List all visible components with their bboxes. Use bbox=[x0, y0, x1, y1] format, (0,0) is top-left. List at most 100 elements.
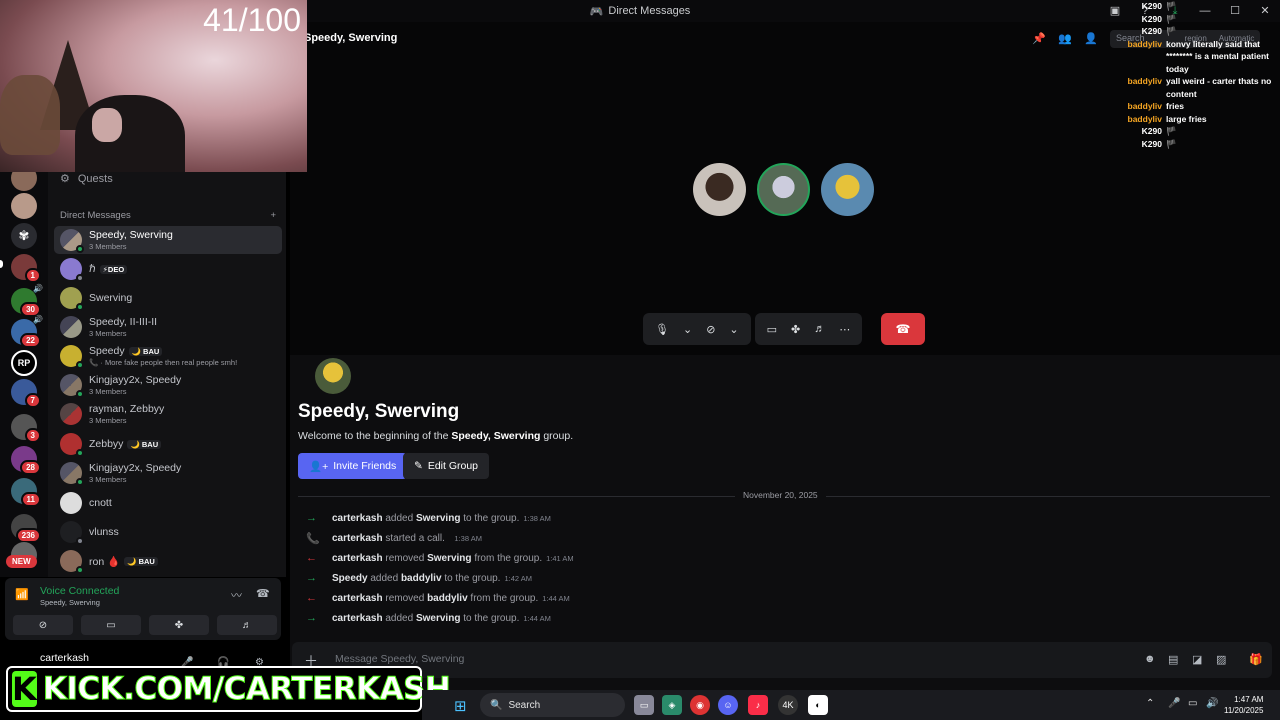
server-icon[interactable]: 3 bbox=[11, 414, 41, 443]
server-icon[interactable]: 🔊 22 bbox=[11, 315, 43, 348]
end-call-button[interactable]: ☎ bbox=[881, 313, 925, 345]
chat-username: baddyliv bbox=[1127, 113, 1162, 124]
target-name[interactable]: Swerving bbox=[416, 513, 460, 524]
new-badge[interactable]: NEW bbox=[6, 555, 37, 568]
server-icon[interactable]: RP bbox=[11, 350, 37, 376]
taskbar-search[interactable]: 🔍 Search bbox=[480, 693, 625, 717]
dm-item[interactable]: Swerving bbox=[54, 284, 282, 312]
dm-item[interactable]: ℏ ⚡DEO bbox=[54, 255, 282, 283]
chrome-icon[interactable]: ◉ bbox=[690, 695, 710, 715]
chevron-down-icon[interactable]: ⌄ bbox=[683, 323, 692, 336]
voice-status[interactable]: Voice Connected bbox=[40, 585, 119, 597]
timestamp: 1:38 AM bbox=[523, 513, 551, 523]
mention-badge: 22 bbox=[20, 333, 41, 348]
actor-name[interactable]: carterkash bbox=[332, 513, 383, 524]
chevron-down-icon[interactable]: ⌄ bbox=[729, 323, 738, 336]
event-rest: from the group. bbox=[470, 592, 539, 604]
invite-friends-button[interactable]: 👤+ Invite Friends bbox=[298, 453, 408, 479]
system-clock[interactable]: 1:47 AM 11/20/2025 bbox=[1224, 694, 1263, 716]
soundboard-button[interactable]: ♬ bbox=[217, 615, 277, 635]
target-name[interactable]: baddyliv bbox=[427, 593, 468, 604]
sticker-icon[interactable]: ◪ bbox=[1192, 653, 1202, 666]
chat-message: 🏴 bbox=[1166, 13, 1177, 24]
camera-off-icon[interactable]: ⊘ bbox=[706, 323, 715, 336]
dm-item[interactable]: Speedy, II-III-II 3 Members bbox=[54, 313, 282, 341]
voice-channel[interactable]: Speedy, Swerving bbox=[40, 598, 100, 607]
dm-item[interactable]: Zebbyy 🌙 BAU bbox=[54, 430, 282, 458]
server-icon[interactable]: 7 bbox=[11, 379, 41, 408]
actor-name[interactable]: carterkash bbox=[332, 613, 383, 624]
target-name[interactable]: baddyliv bbox=[401, 573, 442, 584]
windows-start-icon[interactable]: ⊞ bbox=[454, 697, 467, 715]
dm-item[interactable]: ron 🩸 🌙 BAU bbox=[54, 547, 282, 575]
dm-item[interactable]: Kingjayy2x, Speedy 3 Members bbox=[54, 371, 282, 399]
screen-share-button[interactable]: ▭ bbox=[81, 615, 141, 635]
call-participant-avatar[interactable] bbox=[693, 163, 746, 216]
dm-item[interactable]: rayman, Zebbyy 3 Members bbox=[54, 400, 282, 428]
welcome-text: Welcome to the beginning of the Speedy, … bbox=[298, 430, 574, 442]
server-icon[interactable] bbox=[11, 193, 37, 219]
discord-icon[interactable]: ☺ bbox=[718, 695, 738, 715]
dm-item[interactable]: Kingjayy2x, Speedy 3 Members bbox=[54, 459, 282, 487]
image-icon[interactable]: ▨ bbox=[1216, 653, 1226, 666]
background-bear bbox=[0, 75, 60, 155]
status-indicator bbox=[76, 274, 84, 282]
server-icon[interactable]: 1 bbox=[11, 254, 41, 283]
system-message: ← carterkash removed baddyliv from the gr… bbox=[306, 592, 570, 604]
message-input[interactable]: Message Speedy, Swerving bbox=[335, 653, 464, 665]
add-dm-icon[interactable]: + bbox=[270, 210, 276, 221]
edit-group-button[interactable]: ✎ Edit Group bbox=[403, 453, 490, 479]
dm-item[interactable]: cnott bbox=[54, 489, 282, 517]
noise-suppression-icon[interactable]: 〰 bbox=[231, 587, 242, 603]
actor-name[interactable]: Speedy bbox=[332, 573, 368, 584]
actor-name[interactable]: carterkash bbox=[332, 593, 383, 604]
dm-item[interactable]: Speedy 🌙 BAU 📞 · More fake people then rea… bbox=[54, 342, 282, 370]
server-icon[interactable]: 28 bbox=[11, 446, 41, 475]
network-icon[interactable]: ▭ bbox=[1188, 698, 1197, 709]
activities-button[interactable]: ✤ bbox=[149, 615, 209, 635]
actor-name[interactable]: carterkash bbox=[332, 533, 383, 544]
call-participant-avatar[interactable] bbox=[821, 163, 874, 216]
camera-off-button[interactable]: ⊘ bbox=[13, 615, 73, 635]
members-icon[interactable]: 👤 bbox=[1084, 32, 1098, 45]
file-explorer-icon[interactable]: ▭ bbox=[634, 695, 654, 715]
microphone-icon[interactable]: 🎙 bbox=[655, 323, 669, 336]
screen-share-icon[interactable]: ▭ bbox=[767, 323, 777, 336]
disconnect-icon[interactable]: ☎ bbox=[256, 587, 270, 600]
4k-app-icon[interactable]: 4K bbox=[778, 695, 798, 715]
server-icon[interactable]: 236 bbox=[11, 514, 41, 543]
target-name[interactable]: Swerving bbox=[416, 613, 460, 624]
status-indicator bbox=[76, 361, 84, 369]
volume-icon[interactable]: 🔊 bbox=[1206, 698, 1218, 709]
avatar bbox=[60, 374, 84, 398]
gift-icon[interactable]: 🎁 bbox=[1249, 653, 1263, 666]
app-icon[interactable]: ◐ bbox=[808, 695, 828, 715]
overlay-chat-line: K290 🏴 bbox=[1125, 25, 1280, 38]
more-icon[interactable]: ⋯ bbox=[839, 323, 850, 336]
server-icon[interactable]: 11 bbox=[11, 478, 41, 507]
status-indicator bbox=[76, 478, 84, 486]
speaker-icon: 🔊 bbox=[33, 315, 43, 324]
username[interactable]: carterkash bbox=[40, 652, 89, 664]
mention-badge: 236 bbox=[15, 528, 41, 543]
microphone-icon[interactable]: 🎤 bbox=[1168, 698, 1180, 709]
chevron-up-icon[interactable]: ⌃ bbox=[1146, 698, 1154, 709]
dm-item[interactable]: Speedy, Swerving 3 Members bbox=[54, 226, 282, 254]
add-friends-icon[interactable]: 👥 bbox=[1058, 32, 1072, 45]
music-icon[interactable]: ♪ bbox=[748, 695, 768, 715]
server-icon[interactable]: ✾ bbox=[11, 223, 37, 249]
soundboard-icon[interactable]: ♬ bbox=[814, 323, 825, 335]
app-icon[interactable]: ◈ bbox=[662, 695, 682, 715]
system-message: → carterkash added Swerving to the group.… bbox=[306, 612, 551, 624]
target-name[interactable]: Swerving bbox=[427, 553, 471, 564]
quests-link[interactable]: ⚙ Quests bbox=[60, 172, 113, 186]
server-icon[interactable]: 🔊 30 bbox=[11, 284, 43, 317]
call-participant-avatar[interactable] bbox=[757, 163, 810, 216]
dm-item[interactable]: vlunss bbox=[54, 518, 282, 546]
gif-icon[interactable]: ▤ bbox=[1168, 653, 1178, 666]
event-icon: ← bbox=[306, 552, 317, 564]
actor-name[interactable]: carterkash bbox=[332, 553, 383, 564]
pin-icon[interactable]: 📌 bbox=[1032, 32, 1046, 45]
emoji-icon[interactable]: ☻ bbox=[1144, 653, 1156, 665]
activities-icon[interactable]: ✤ bbox=[791, 323, 800, 336]
